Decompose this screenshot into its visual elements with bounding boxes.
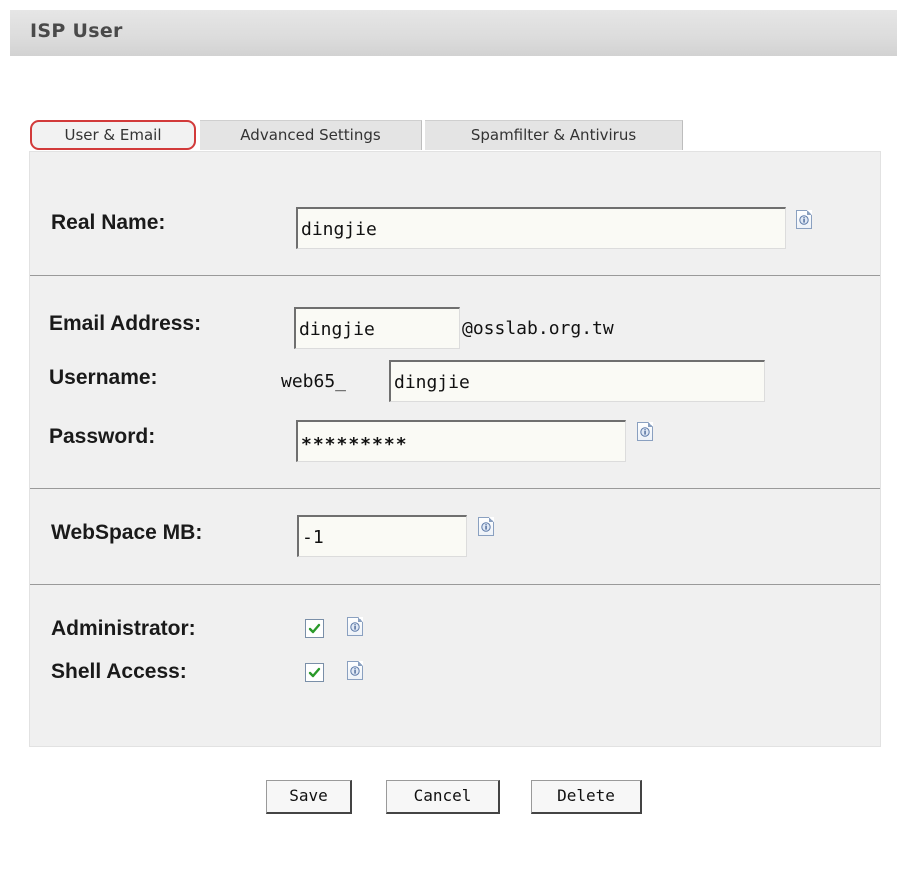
tab-advanced-settings[interactable]: Advanced Settings [200, 120, 422, 150]
page-title: ISP User [30, 20, 123, 42]
administrator-checkbox[interactable] [305, 619, 324, 638]
section-divider [30, 584, 880, 585]
webspace-label: WebSpace MB: [51, 521, 203, 544]
section-divider [30, 275, 880, 276]
email-local-part-input[interactable]: dingjie [294, 307, 460, 349]
cancel-button[interactable]: Cancel [386, 780, 500, 814]
username-label: Username: [49, 366, 158, 389]
email-domain-text: @osslab.org.tw [462, 318, 614, 339]
shell-access-label: Shell Access: [51, 660, 187, 683]
password-info-icon[interactable] [637, 422, 653, 441]
username-input[interactable]: dingjie [389, 360, 765, 402]
real-name-input[interactable]: dingjie [296, 207, 786, 249]
delete-button[interactable]: Delete [531, 780, 642, 814]
page-header: ISP User [10, 10, 897, 56]
shell-access-info-icon[interactable] [347, 661, 363, 680]
email-address-label: Email Address: [49, 312, 202, 335]
administrator-label: Administrator: [51, 617, 196, 640]
shell-access-checkbox[interactable] [305, 663, 324, 682]
section-divider [30, 488, 880, 489]
real-name-info-icon[interactable] [796, 210, 812, 229]
user-email-panel: Real Name: dingjie Email Address: dingji… [29, 151, 881, 747]
tab-spamfilter-antivirus[interactable]: Spamfilter & Antivirus [425, 120, 683, 150]
administrator-info-icon[interactable] [347, 617, 363, 636]
webspace-input[interactable]: -1 [297, 515, 467, 557]
password-input[interactable]: ********* [296, 420, 626, 462]
password-label: Password: [49, 425, 156, 448]
tab-user-email[interactable]: User & Email [30, 120, 196, 150]
real-name-label: Real Name: [51, 211, 166, 234]
save-button[interactable]: Save [266, 780, 352, 814]
username-prefix-text: web65_ [281, 371, 347, 392]
webspace-info-icon[interactable] [478, 517, 494, 536]
